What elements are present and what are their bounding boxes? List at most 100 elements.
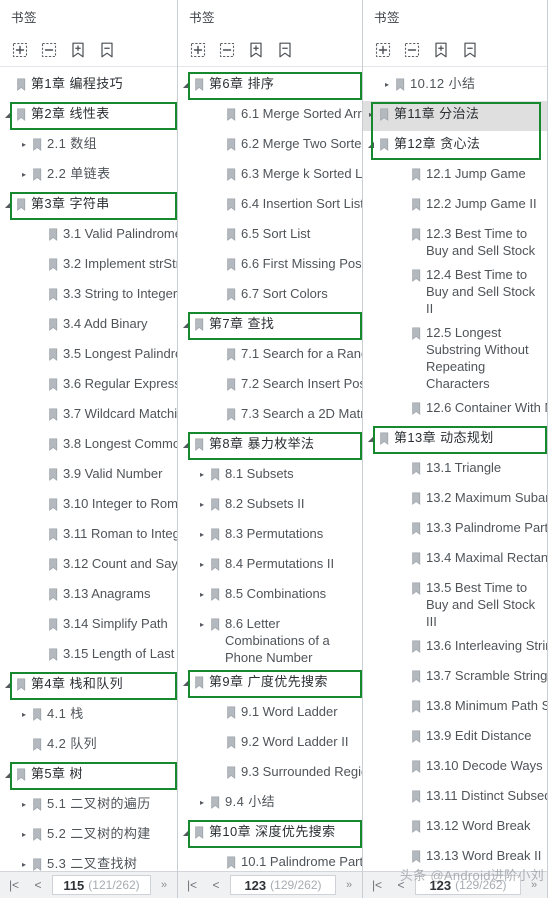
bookmark-item-row[interactable]: ▸3.11 Roman to Integer — [0, 521, 177, 551]
chevron-right-icon[interactable]: ▸ — [196, 585, 208, 599]
chevron-down-icon[interactable]: ◢ — [2, 765, 14, 779]
bookmark-item-row[interactable]: ▸13.13 Word Break II — [363, 843, 547, 871]
bookmark-item-row[interactable]: ▸4.2 队列 — [0, 731, 177, 761]
bookmark-item-row[interactable]: ▸ 9.4 小结 — [178, 789, 362, 819]
bookmark-item-row[interactable]: ▸13.5 Best Time to Buy and Sell Stock II… — [363, 575, 547, 633]
bookmark-item-row[interactable]: ▸6.6 First Missing Positive — [178, 251, 362, 281]
bookmark-item-row[interactable]: ▸3.10 Integer to Roman — [0, 491, 177, 521]
next-page-button[interactable]: » — [155, 875, 173, 896]
chevron-right-icon[interactable]: ▸ — [365, 105, 377, 119]
bookmark-chapter-row[interactable]: ◢ 第12章 贪心法 — [363, 131, 547, 161]
bookmark-item-row[interactable]: ▸13.4 Maximal Rectangle — [363, 545, 547, 575]
bookmark-item-row[interactable]: ▸ 8.3 Permutations — [178, 521, 362, 551]
chevron-down-icon[interactable]: ◢ — [365, 429, 377, 443]
bookmark-item-row[interactable]: ▸12.4 Best Time to Buy and Sell Stock II — [363, 262, 547, 320]
bookmark-chapter-row[interactable]: ◢ 第13章 动态规划 — [363, 425, 547, 455]
chevron-right-icon[interactable]: ▸ — [18, 135, 30, 149]
bookmark-item-row[interactable]: ▸7.1 Search for a Range — [178, 341, 362, 371]
bookmark-item-row[interactable]: ▸7.2 Search Insert Position — [178, 371, 362, 401]
page-number-input[interactable]: 123 (129/262) — [415, 875, 521, 895]
bookmark-item-row[interactable]: ▸3.4 Add Binary — [0, 311, 177, 341]
bookmark-item-row[interactable]: ▸9.2 Word Ladder II — [178, 729, 362, 759]
bookmark-chapter-row[interactable]: ▸第1章 编程技巧 — [0, 71, 177, 101]
add-bookmark-icon[interactable] — [428, 38, 454, 62]
bookmark-item-row[interactable]: ▸ 8.5 Combinations — [178, 581, 362, 611]
chevron-down-icon[interactable]: ◢ — [2, 675, 14, 689]
expand-all-icon[interactable] — [185, 38, 211, 62]
bookmark-item-row[interactable]: ▸13.6 Interleaving String — [363, 633, 547, 663]
chevron-right-icon[interactable]: ▸ — [196, 465, 208, 479]
expand-all-icon[interactable] — [370, 38, 396, 62]
add-bookmark-icon[interactable] — [65, 38, 91, 62]
bookmark-chapter-row[interactable]: ◢ 第8章 暴力枚举法 — [178, 431, 362, 461]
bookmark-chapter-row[interactable]: ◢ 第7章 查找 — [178, 311, 362, 341]
chevron-right-icon[interactable]: ▸ — [18, 705, 30, 719]
bookmark-item-row[interactable]: ▸9.3 Surrounded Regions — [178, 759, 362, 789]
bookmark-item-row[interactable]: ▸3.3 String to Integer (atoi) — [0, 281, 177, 311]
chevron-right-icon[interactable]: ▸ — [196, 555, 208, 569]
chevron-right-icon[interactable]: ▸ — [18, 795, 30, 809]
bookmark-item-row[interactable]: ▸3.1 Valid Palindrome — [0, 221, 177, 251]
previous-page-button[interactable]: < — [28, 875, 48, 896]
bookmark-item-row[interactable]: ▸7.3 Search a 2D Matrix — [178, 401, 362, 431]
bookmark-item-row[interactable]: ▸13.7 Scramble String — [363, 663, 547, 693]
bookmark-item-row[interactable]: ▸ 8.1 Subsets — [178, 461, 362, 491]
bookmark-item-row[interactable]: ▸13.12 Word Break — [363, 813, 547, 843]
bookmark-item-row[interactable]: ▸13.9 Edit Distance — [363, 723, 547, 753]
first-page-button[interactable]: |< — [182, 875, 202, 896]
bookmark-item-row[interactable]: ▸10.1 Palindrome Partitioning — [178, 849, 362, 871]
remove-bookmark-icon[interactable] — [94, 38, 120, 62]
bookmark-item-row[interactable]: ▸13.3 Palindrome Partitioning — [363, 515, 547, 545]
bookmark-item-row[interactable]: ▸12.2 Jump Game II — [363, 191, 547, 221]
add-bookmark-icon[interactable] — [243, 38, 269, 62]
remove-bookmark-icon[interactable] — [272, 38, 298, 62]
chevron-right-icon[interactable]: ▸ — [381, 75, 393, 89]
chevron-right-icon[interactable]: ▸ — [196, 495, 208, 509]
bookmark-chapter-row[interactable]: ◢ 第9章 广度优先搜索 — [178, 669, 362, 699]
bookmark-tree[interactable]: ▸第1章 编程技巧◢第2章 线性表▸2.1 数组▸2.2 单链表◢第3章 字符串… — [0, 67, 177, 871]
bookmark-chapter-row[interactable]: ◢ 第5章 树 — [0, 761, 177, 791]
bookmark-item-row[interactable]: ▸13.2 Maximum Subarray — [363, 485, 547, 515]
chevron-down-icon[interactable]: ◢ — [2, 195, 14, 209]
bookmark-item-row[interactable]: ▸3.6 Regular Expression Matching — [0, 371, 177, 401]
bookmark-item-row[interactable]: ▸6.4 Insertion Sort List — [178, 191, 362, 221]
bookmark-item-row[interactable]: ▸ 5.2 二叉树的构建 — [0, 821, 177, 851]
chevron-down-icon[interactable]: ◢ — [180, 823, 192, 837]
chevron-right-icon[interactable]: ▸ — [18, 855, 30, 869]
bookmark-item-row[interactable]: ▸3.13 Anagrams — [0, 581, 177, 611]
chevron-down-icon[interactable]: ◢ — [365, 135, 377, 149]
bookmark-item-row[interactable]: ▸3.15 Length of Last Word — [0, 641, 177, 671]
bookmark-item-row[interactable]: ▸3.12 Count and Say — [0, 551, 177, 581]
bookmark-tree[interactable]: ▸ 10.12 小结 ▸ 第11章 分治法 ◢ 第12章 贪心法 ▸12.1 Jump Ga… — [363, 67, 547, 871]
bookmark-item-row[interactable]: ▸3.5 Longest Palindromic Substring — [0, 341, 177, 371]
bookmark-item-row[interactable]: ▸12.5 Longest Substring Without Repeatin… — [363, 320, 547, 395]
bookmark-item-row[interactable]: ▸3.8 Longest Common Prefix — [0, 431, 177, 461]
chevron-down-icon[interactable]: ◢ — [180, 435, 192, 449]
previous-page-button[interactable]: < — [391, 875, 411, 896]
bookmark-item-row[interactable]: ▸13.1 Triangle — [363, 455, 547, 485]
bookmark-chapter-row[interactable]: ◢ 第6章 排序 — [178, 71, 362, 101]
chevron-down-icon[interactable]: ◢ — [180, 315, 192, 329]
bookmark-item-row[interactable]: ▸ 5.3 二叉查找树 — [0, 851, 177, 871]
expand-all-icon[interactable] — [7, 38, 33, 62]
bookmark-item-row[interactable]: ▸ 4.1 栈 — [0, 701, 177, 731]
bookmark-item-row[interactable]: ▸ 2.1 数组 — [0, 131, 177, 161]
chevron-right-icon[interactable]: ▸ — [196, 793, 208, 807]
first-page-button[interactable]: |< — [367, 875, 387, 896]
chevron-down-icon[interactable]: ◢ — [180, 75, 192, 89]
chevron-down-icon[interactable]: ◢ — [180, 673, 192, 687]
previous-page-button[interactable]: < — [206, 875, 226, 896]
next-page-button[interactable]: » — [340, 875, 358, 896]
chevron-right-icon[interactable]: ▸ — [18, 825, 30, 839]
chevron-right-icon[interactable]: ▸ — [196, 525, 208, 539]
chevron-right-icon[interactable]: ▸ — [196, 615, 208, 629]
collapse-all-icon[interactable] — [214, 38, 240, 62]
bookmark-item-row[interactable]: ▸3.14 Simplify Path — [0, 611, 177, 641]
bookmark-item-row[interactable]: ▸13.8 Minimum Path Sum — [363, 693, 547, 723]
bookmark-item-row[interactable]: ▸ 8.6 Letter Combinations of a Phone Numb… — [178, 611, 362, 669]
page-number-input[interactable]: 115 (121/262) — [52, 875, 151, 895]
bookmark-item-row[interactable]: ▸6.2 Merge Two Sorted Lists — [178, 131, 362, 161]
first-page-button[interactable]: |< — [4, 875, 24, 896]
bookmark-item-row[interactable]: ▸12.6 Container With Most Water — [363, 395, 547, 425]
bookmark-item-row[interactable]: ▸12.1 Jump Game — [363, 161, 547, 191]
